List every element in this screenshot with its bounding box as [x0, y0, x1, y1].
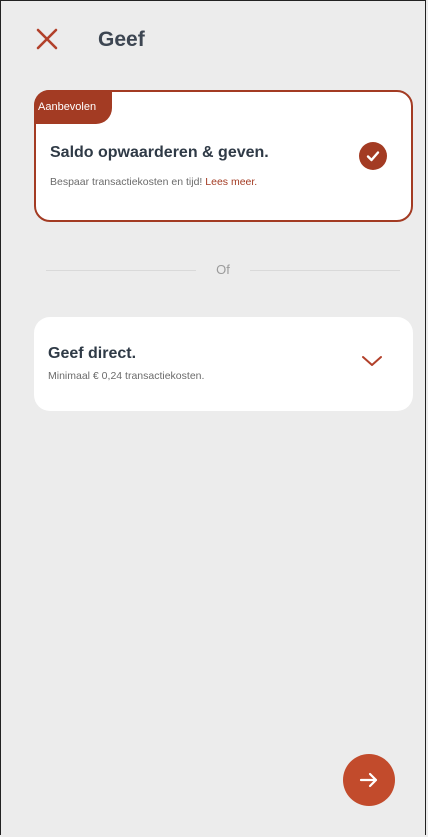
recommended-option-description: Bespaar transactiekosten en tijd! [50, 176, 203, 188]
page-title: Geef [98, 28, 145, 51]
recommended-option-card[interactable]: Aanbevolen Saldo opwaarderen & geven. Be… [34, 90, 413, 222]
arrow-right-icon [359, 772, 378, 788]
direct-option-title: Geef direct. [48, 345, 137, 362]
recommended-option-subtitle: Bespaar transactiekosten en tijd! Lees m… [50, 176, 257, 188]
or-divider: Of [46, 262, 400, 278]
chevron-down-icon[interactable] [361, 353, 383, 369]
recommended-option-title: Saldo opwaarderen & geven. [50, 144, 269, 161]
divider-line-right [250, 270, 400, 271]
direct-option-subtitle: Minimaal € 0,24 transactiekosten. [48, 370, 205, 382]
direct-option-card[interactable]: Geef direct. Minimaal € 0,24 transactiek… [34, 317, 413, 411]
close-icon[interactable] [34, 26, 60, 52]
read-more-link[interactable]: Lees meer. [205, 176, 257, 188]
next-button[interactable] [343, 754, 395, 806]
check-icon [359, 142, 387, 170]
recommended-badge: Aanbevolen [34, 90, 113, 124]
header: Geef [0, 0, 428, 80]
